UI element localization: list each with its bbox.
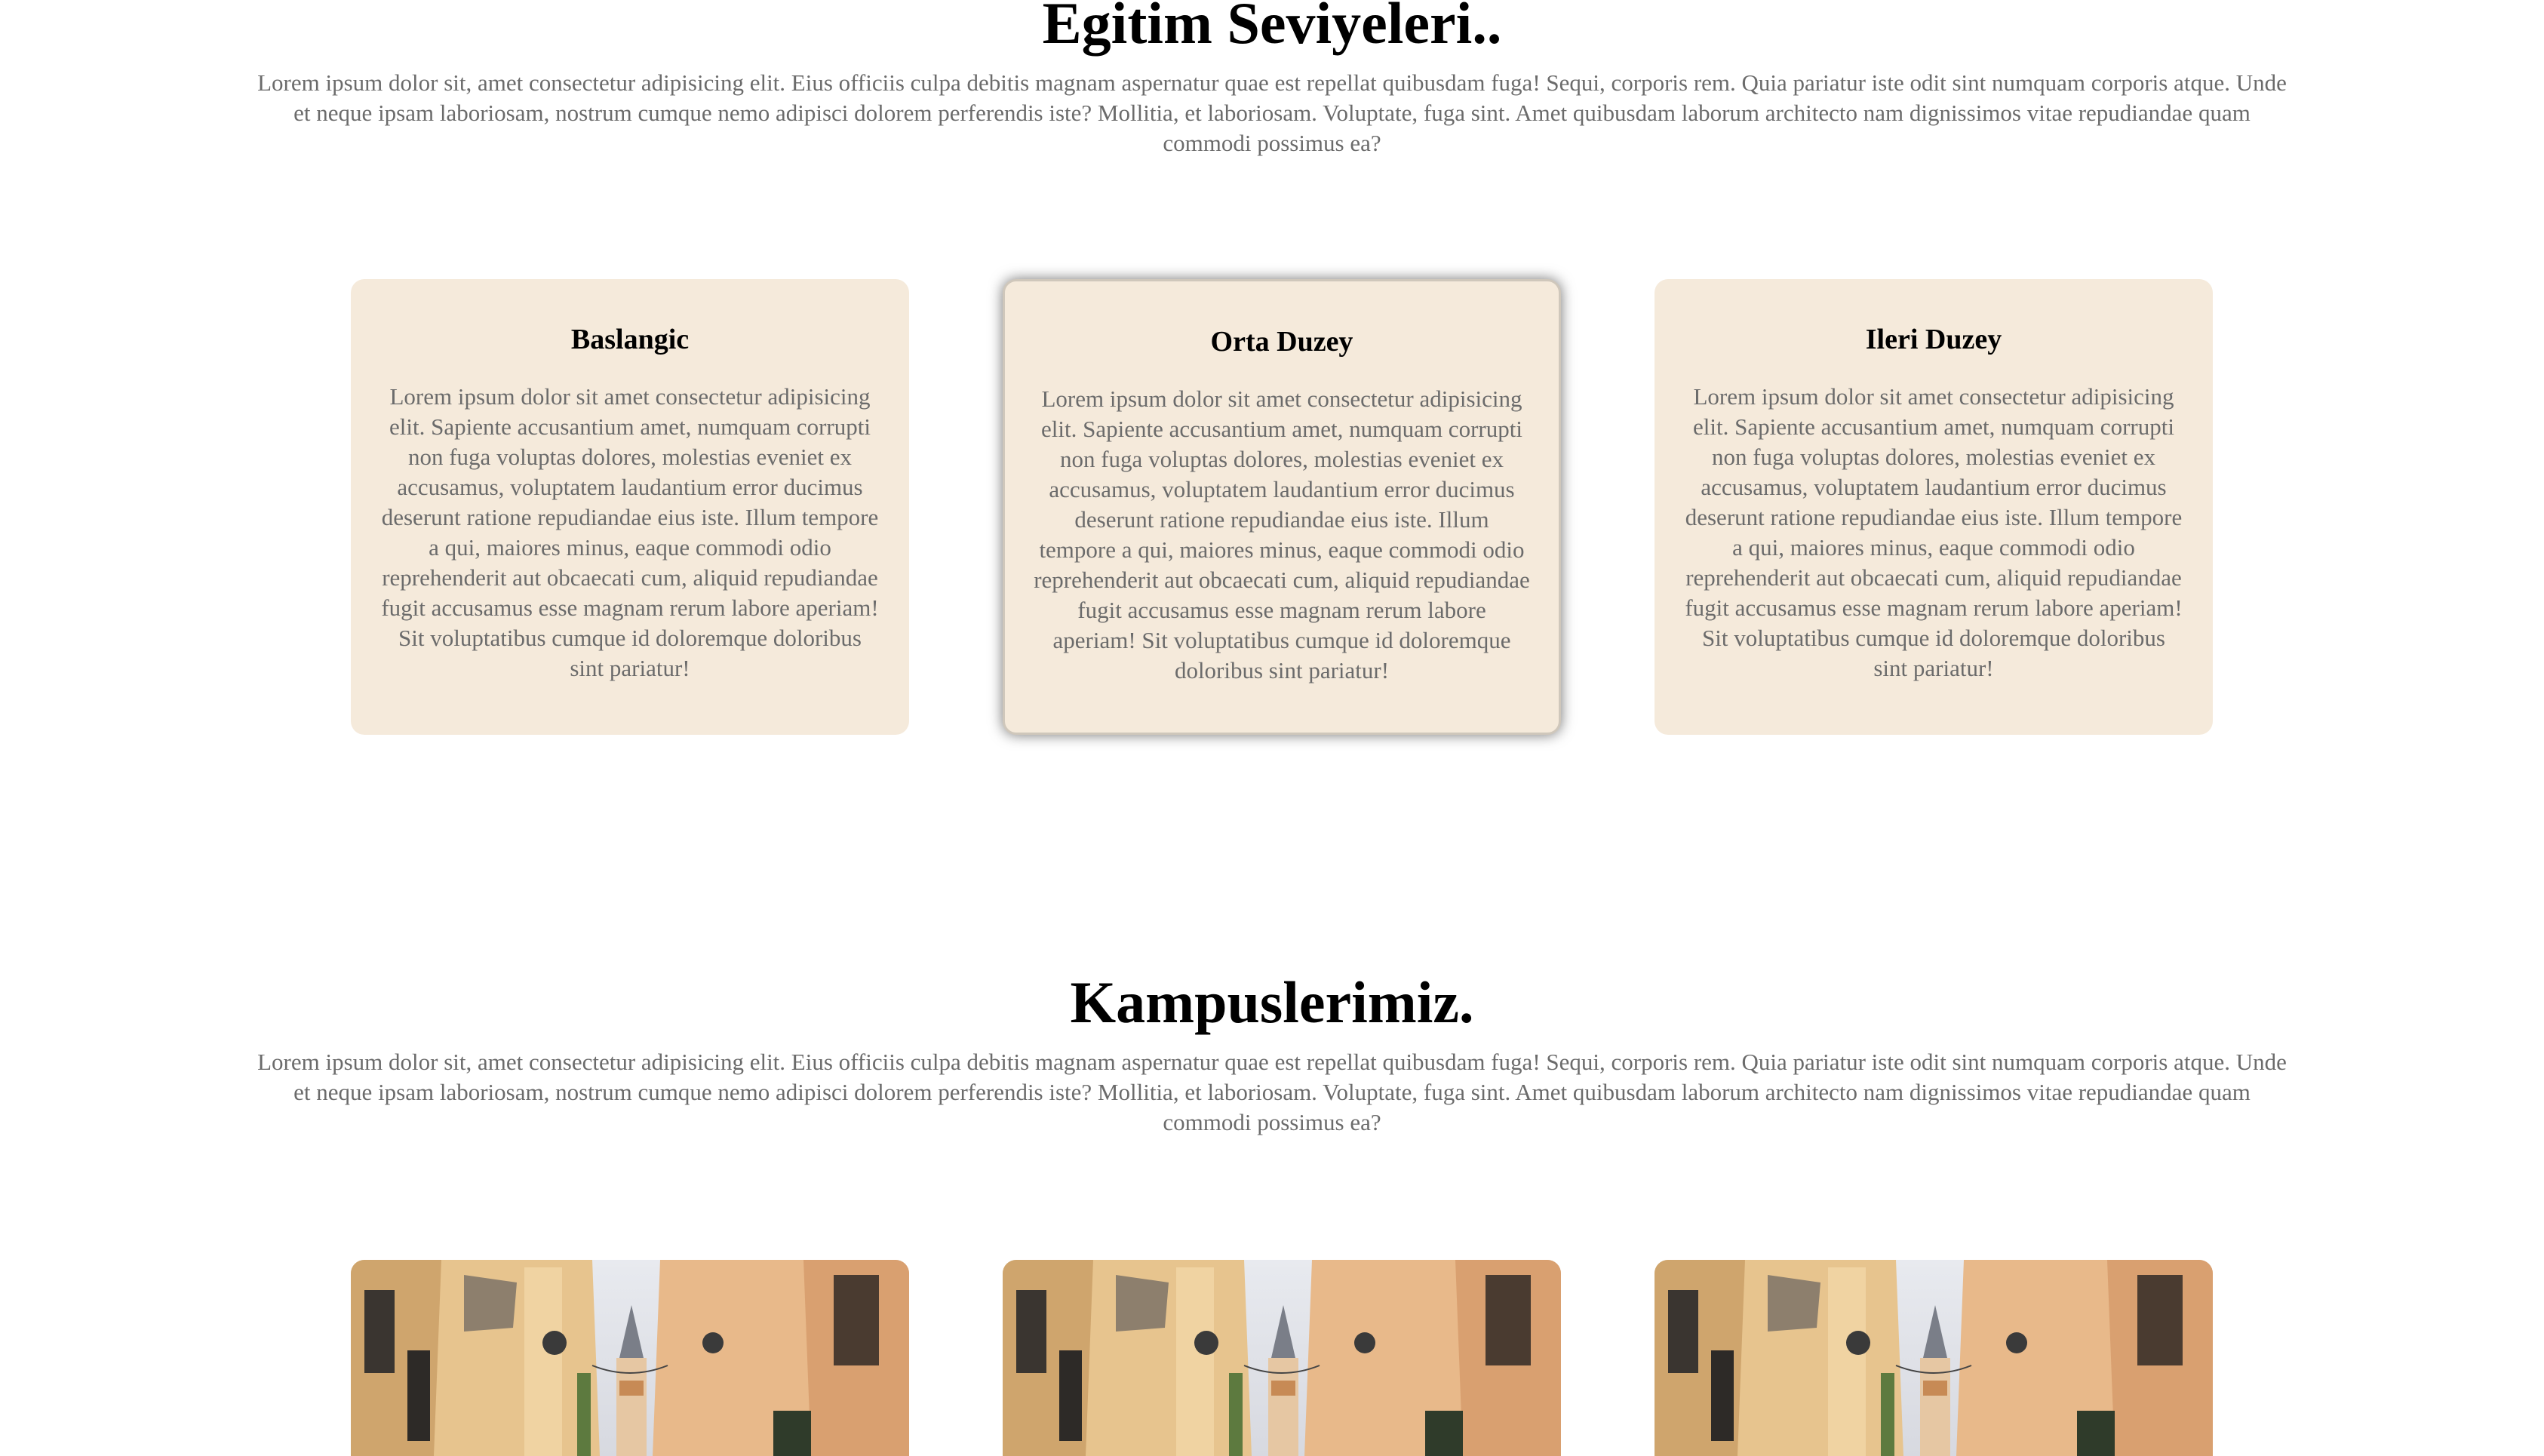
campus-street-photo bbox=[351, 1260, 909, 1456]
campus-image-card[interactable] bbox=[1655, 1260, 2213, 1456]
campus-street-photo bbox=[1003, 1260, 1561, 1456]
level-card-title: Baslangic bbox=[570, 324, 690, 355]
campus-street-photo bbox=[1655, 1260, 2213, 1456]
level-card-title: Ileri Duzey bbox=[1865, 324, 2002, 355]
level-card-intermediate[interactable]: Orta Duzey Lorem ipsum dolor sit amet co… bbox=[1003, 279, 1561, 735]
level-card-title: Orta Duzey bbox=[1210, 326, 1353, 358]
level-card-text: Lorem ipsum dolor sit amet consectetur a… bbox=[1034, 385, 1530, 683]
education-levels-section: Egitim Seviyeleri.. Lorem ipsum dolor si… bbox=[0, 0, 2544, 158]
section-description-campuses: Lorem ipsum dolor sit, amet consectetur … bbox=[257, 1049, 2287, 1135]
section-title-campuses: Kampuslerimiz. bbox=[1070, 969, 1474, 1035]
section-description-education-levels: Lorem ipsum dolor sit, amet consectetur … bbox=[257, 69, 2287, 156]
campus-image-card[interactable] bbox=[351, 1260, 909, 1456]
level-card-text: Lorem ipsum dolor sit amet consectetur a… bbox=[1685, 382, 2183, 681]
level-card-text: Lorem ipsum dolor sit amet consectetur a… bbox=[381, 382, 879, 681]
level-card-beginner[interactable]: Baslangic Lorem ipsum dolor sit amet con… bbox=[351, 279, 909, 735]
campus-image-card[interactable] bbox=[1003, 1260, 1561, 1456]
section-title-education-levels: Egitim Seviyeleri.. bbox=[1042, 0, 1502, 56]
campuses-section: Kampuslerimiz. Lorem ipsum dolor sit, am… bbox=[0, 973, 2544, 1138]
level-card-advanced[interactable]: Ileri Duzey Lorem ipsum dolor sit amet c… bbox=[1655, 279, 2213, 735]
